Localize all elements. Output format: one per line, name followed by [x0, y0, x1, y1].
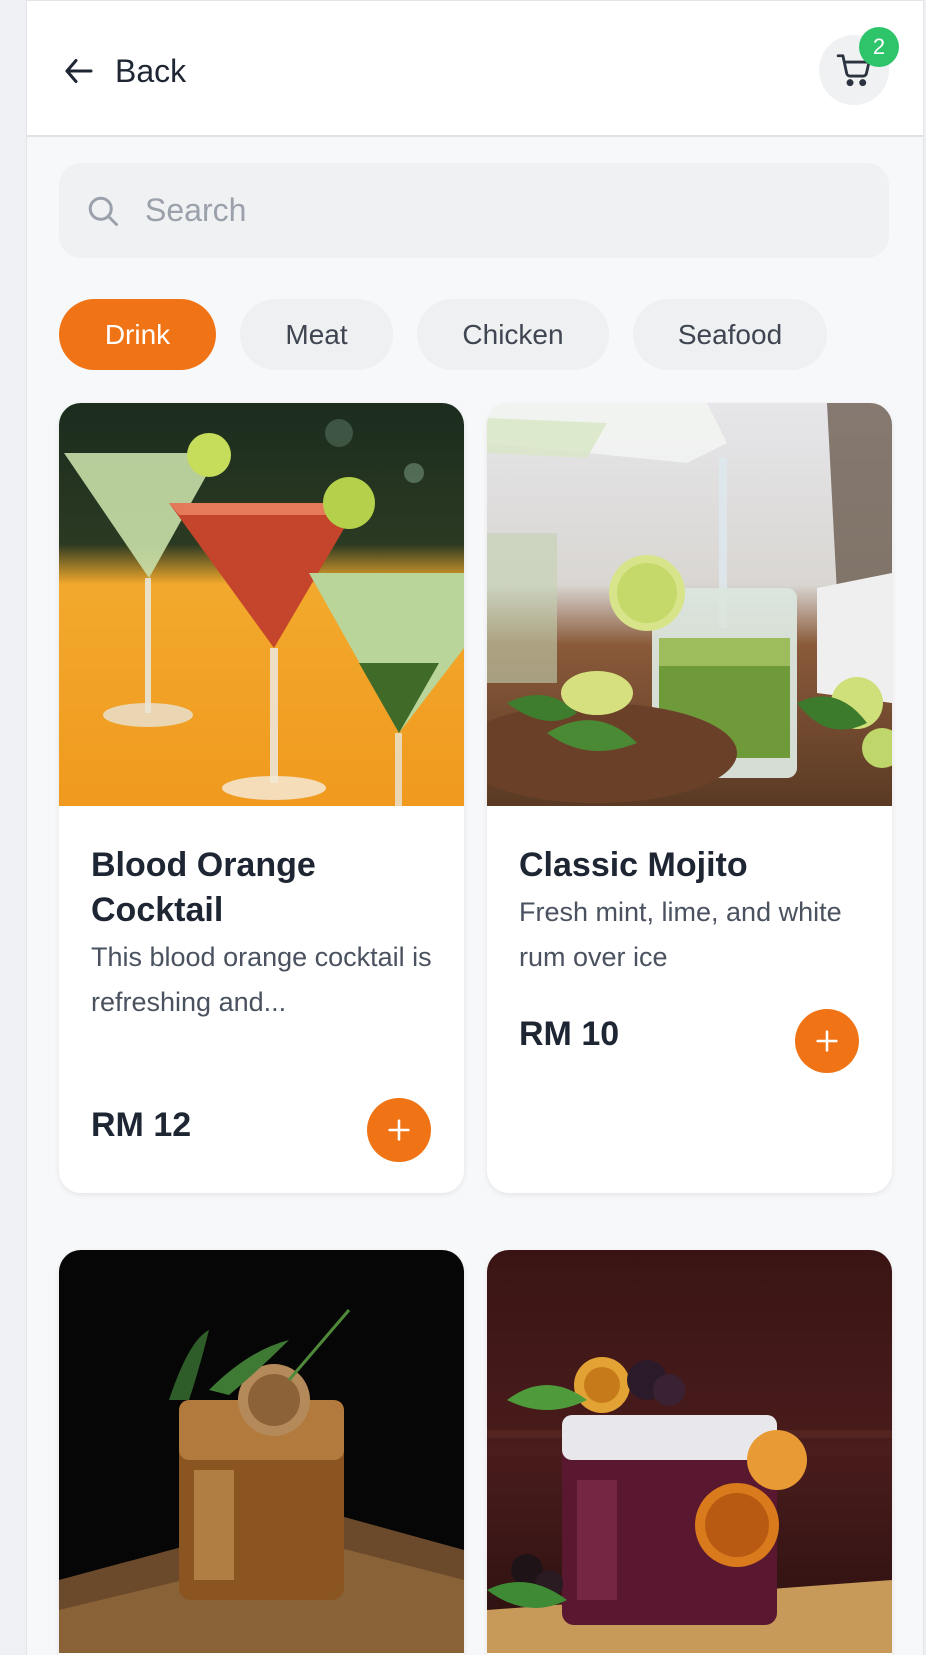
app-screen: Back 2 Drink Meat Chicken Seafood [26, 0, 924, 1655]
product-description: This blood orange cocktail is refreshing… [91, 942, 432, 1017]
back-button[interactable]: Back [61, 49, 186, 93]
product-name: Blood Orange Cocktail [91, 846, 316, 929]
cart-count-badge: 2 [859, 27, 899, 67]
product-name: Classic Mojito [519, 846, 748, 884]
plus-icon [388, 1119, 410, 1141]
product-info: Blood Orange Cocktail This blood orange … [91, 843, 437, 1025]
add-to-cart-button[interactable] [367, 1098, 431, 1162]
search-bar[interactable] [59, 163, 889, 258]
berry-cocktail-photo [487, 1250, 892, 1653]
search-icon [88, 196, 118, 226]
plus-icon [816, 1030, 838, 1052]
add-to-cart-button[interactable] [795, 1009, 859, 1073]
product-card[interactable] [487, 1250, 892, 1655]
product-description: Fresh mint, lime, and white rum over ice [519, 897, 842, 972]
product-price: RM 12 [91, 1106, 192, 1144]
blood-orange-cocktail-photo [59, 403, 464, 806]
classic-mojito-photo [487, 403, 892, 806]
tab-drink[interactable]: Drink [59, 299, 216, 370]
tab-meat[interactable]: Meat [240, 299, 393, 370]
search-input[interactable] [143, 191, 847, 230]
tab-chicken[interactable]: Chicken [417, 299, 609, 370]
product-card[interactable] [59, 1250, 464, 1655]
arrow-left-icon [65, 59, 93, 83]
product-price: RM 10 [519, 1015, 620, 1053]
whiskey-cocktail-photo [59, 1250, 464, 1653]
product-card[interactable]: Classic Mojito Fresh mint, lime, and whi… [487, 403, 892, 1193]
tab-seafood[interactable]: Seafood [633, 299, 827, 370]
category-tabs: Drink Meat Chicken Seafood [59, 299, 827, 370]
product-card[interactable]: Blood Orange Cocktail This blood orange … [59, 403, 464, 1193]
back-label: Back [115, 52, 187, 89]
product-info: Classic Mojito Fresh mint, lime, and whi… [519, 843, 865, 980]
top-bar: Back 2 [27, 0, 923, 137]
